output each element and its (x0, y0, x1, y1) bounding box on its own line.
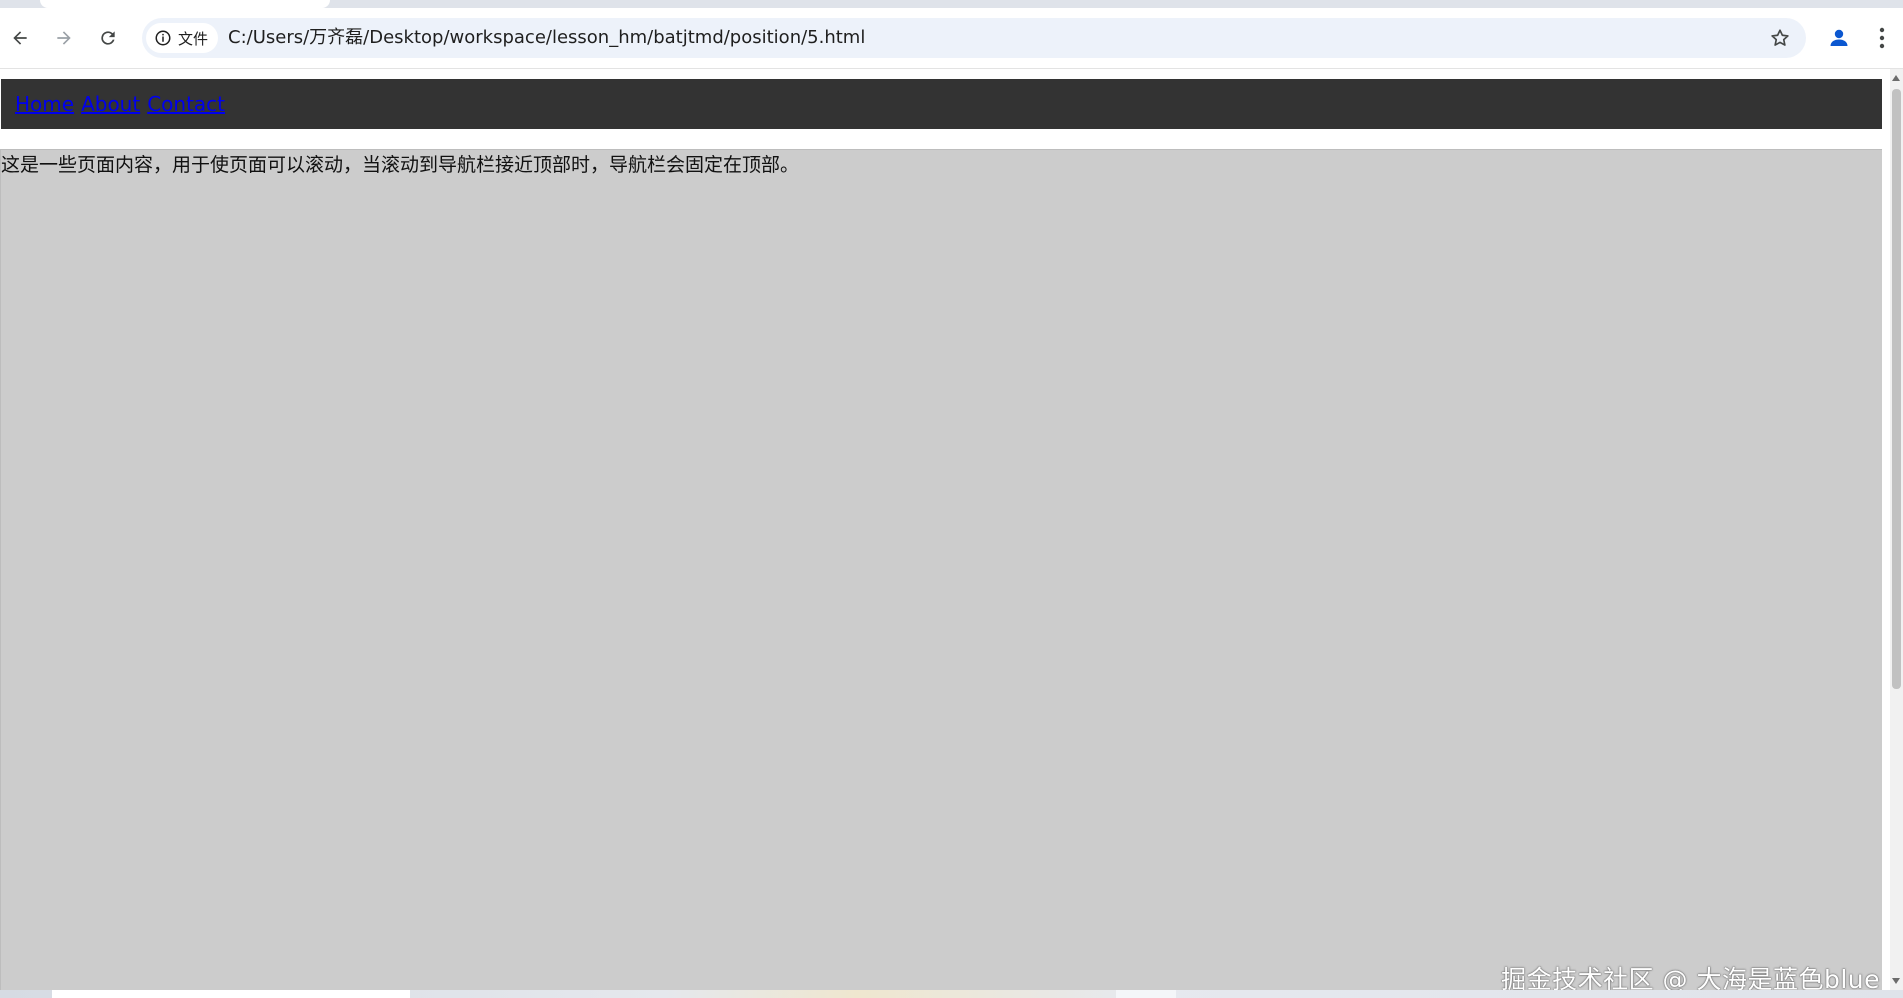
browser-toolbar: 文件 C:/Users/万齐磊/Desktop/workspace/lesson… (0, 8, 1903, 69)
star-icon (1771, 29, 1789, 46)
nav-link-contact[interactable]: Contact (147, 92, 225, 116)
content-text: 这是一些页面内容，用于使页面可以滚动，当滚动到导航栏接近顶部时，导航栏会固定在顶… (1, 154, 800, 176)
address-bar[interactable]: 文件 C:/Users/万齐磊/Desktop/workspace/lesson… (142, 18, 1806, 58)
browser-window: 文件 C:/Users/万齐磊/Desktop/workspace/lesson… (0, 0, 1903, 998)
arrow-right-icon (57, 31, 71, 45)
scroll-thumb[interactable] (1892, 89, 1901, 689)
active-tab[interactable] (40, 0, 330, 8)
reload-button[interactable] (92, 22, 124, 54)
arrow-left-icon (13, 31, 27, 45)
nav-link-home[interactable]: Home (15, 92, 74, 116)
profile-button[interactable] (1823, 22, 1855, 54)
nav-link-about[interactable]: About (81, 92, 140, 116)
taskbar-sliver (0, 990, 1903, 998)
taskbar-item[interactable] (52, 990, 410, 998)
scroll-up-arrow-icon[interactable] (1892, 75, 1900, 81)
scroll-down-arrow-icon[interactable] (1892, 978, 1900, 984)
site-chip-label: 文件 (178, 29, 209, 48)
page-content: 这是一些页面内容，用于使页面可以滚动，当滚动到导航栏接近顶部时，导航栏会固定在顶… (0, 149, 1882, 990)
sticky-navbar: Home About Contact (0, 78, 1883, 130)
site-info-chip[interactable]: 文件 (146, 23, 219, 53)
person-icon (1830, 29, 1848, 46)
taskbar-item[interactable] (1116, 990, 1176, 998)
navbar-links: Home About Contact (15, 91, 232, 117)
tab-strip (0, 0, 1903, 8)
back-button[interactable] (4, 22, 36, 54)
bookmark-button[interactable] (1766, 24, 1794, 52)
page-viewport: Home About Contact 这是一些页面内容，用于使页面可以滚动，当滚动到… (0, 69, 1890, 990)
reload-icon (101, 31, 115, 45)
forward-button[interactable] (48, 22, 80, 54)
info-icon (155, 30, 171, 46)
browser-menu-button[interactable] (1870, 22, 1894, 54)
url-text[interactable]: C:/Users/万齐磊/Desktop/workspace/lesson_hm… (228, 18, 865, 58)
kebab-menu-icon (1879, 27, 1885, 49)
vertical-scrollbar[interactable] (1890, 69, 1903, 990)
watermark: 掘金技术社区 @ 大海是蓝色blue (1501, 965, 1880, 990)
